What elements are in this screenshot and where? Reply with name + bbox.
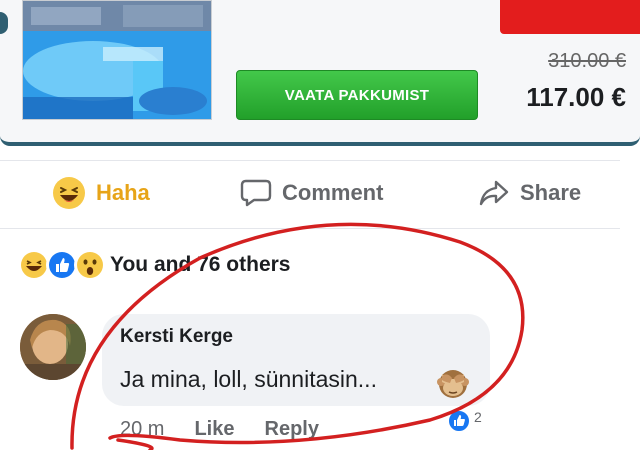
divider — [0, 160, 620, 161]
haha-emoji-icon — [53, 177, 85, 209]
reactions-summary[interactable]: You and 76 others — [18, 248, 290, 282]
comment-reply-button[interactable]: Reply — [265, 418, 319, 441]
new-price: 117.00 € — [526, 82, 626, 112]
comment-label: Comment — [282, 180, 384, 205]
haha-label: Haha — [96, 180, 150, 205]
ad-image-pool[interactable] — [22, 0, 212, 120]
wow-emoji-icon — [74, 249, 106, 281]
ad-card: VAATA PAKKUMIST 310.00 € 117.00 € — [0, 0, 640, 146]
comment-bubble[interactable]: Kersti Kerge Ja mina, loll, sünnitasin..… — [102, 314, 490, 406]
haha-reaction-button[interactable]: Haha — [52, 162, 150, 224]
reaction-icons — [18, 249, 106, 281]
comment-reaction-count: 2 — [474, 409, 482, 425]
share-label: Share — [520, 180, 582, 205]
commenter-avatar[interactable] — [20, 314, 86, 380]
old-price: 310.00 € — [548, 50, 626, 72]
comment-meta: 20 m Like Reply — [120, 414, 319, 444]
comment-text: Ja mina, loll, sünnitasin... — [120, 366, 377, 392]
like-icon — [447, 409, 471, 433]
post-action-bar: Haha Comment Share — [0, 162, 640, 224]
comment-icon — [240, 179, 272, 207]
share-icon — [479, 180, 509, 206]
comment-button[interactable]: Comment — [240, 162, 383, 224]
divider — [0, 228, 620, 229]
comment-like-button[interactable]: Like — [194, 418, 234, 441]
share-button[interactable]: Share — [478, 162, 581, 224]
comment-author[interactable]: Kersti Kerge — [120, 326, 233, 348]
carousel-indicator — [0, 12, 8, 34]
comment-reaction-badge[interactable]: 2 — [446, 408, 482, 434]
ad-red-banner — [500, 0, 640, 34]
reactions-summary-text: You and 76 others — [110, 253, 291, 276]
comment-timestamp[interactable]: 20 m — [120, 418, 164, 441]
view-offer-button[interactable]: VAATA PAKKUMIST — [236, 70, 478, 120]
see-no-evil-monkey-icon — [437, 370, 469, 398]
